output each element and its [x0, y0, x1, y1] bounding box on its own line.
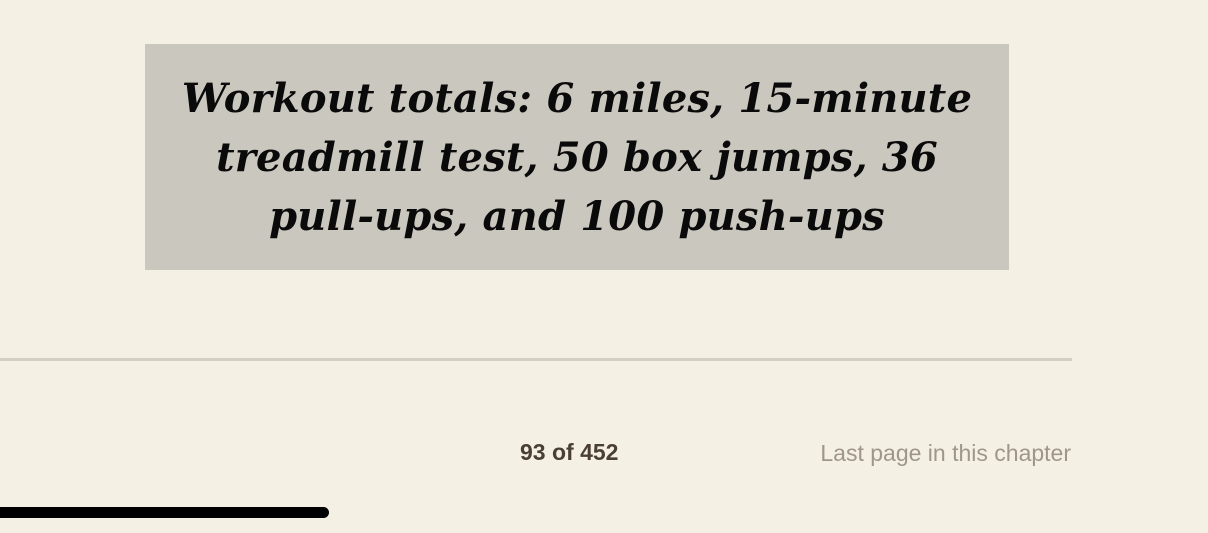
- callout-text: Workout totals: 6 miles, 15-minute tread…: [181, 74, 973, 240]
- page-counter: 93 of 452: [520, 439, 619, 465]
- home-indicator-fill[interactable]: [0, 507, 329, 518]
- callout-box: Workout totals: 6 miles, 15-minute tread…: [145, 44, 1009, 270]
- chapter-note: Last page in this chapter: [820, 440, 1071, 466]
- home-indicator-track: [0, 507, 1208, 518]
- divider: [0, 358, 1072, 361]
